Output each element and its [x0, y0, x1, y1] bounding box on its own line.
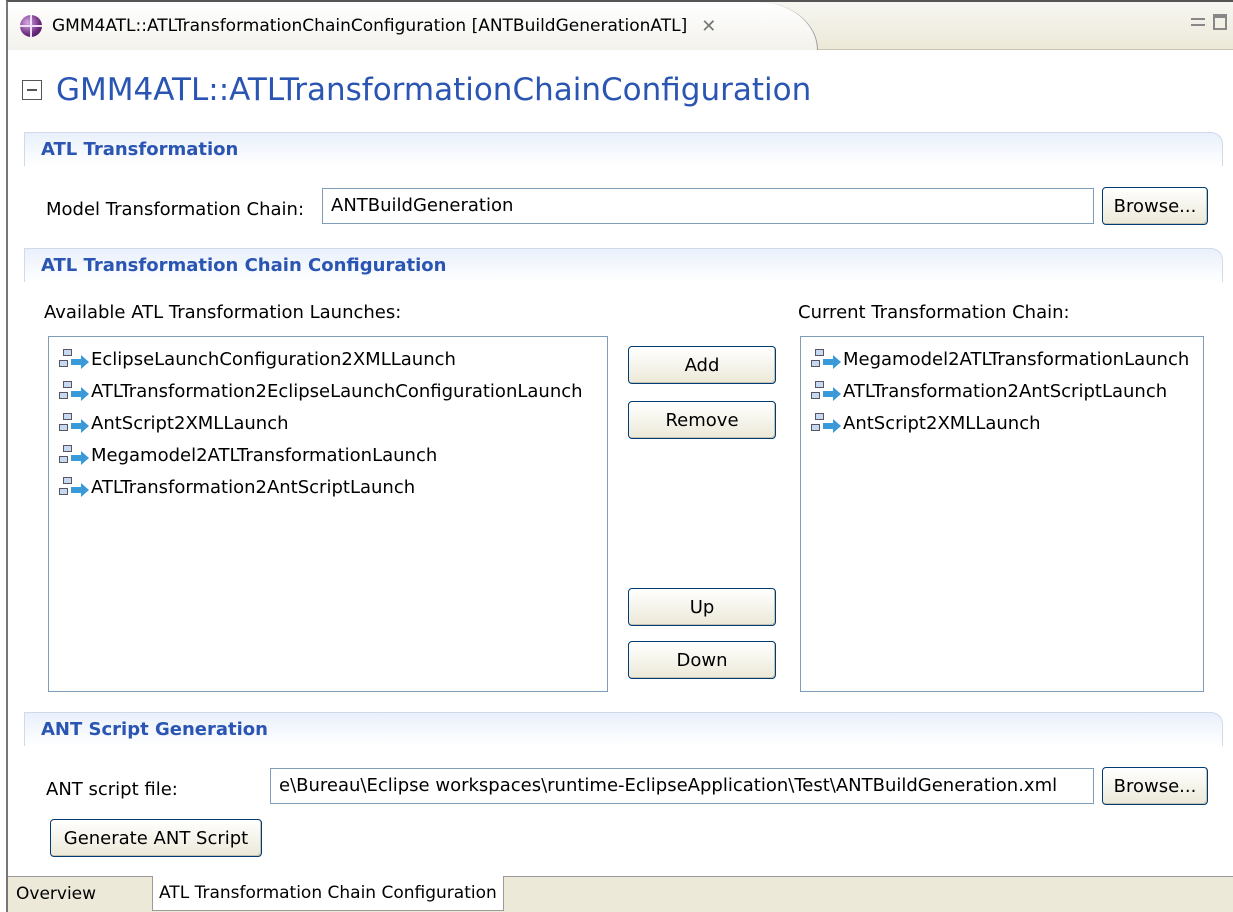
list-item[interactable]: ATLTransformation2AntScriptLaunch — [49, 471, 607, 503]
browse-ant-file-button[interactable]: Browse... — [1102, 767, 1208, 805]
tab-overview[interactable]: Overview — [10, 876, 102, 911]
list-item[interactable]: Megamodel2ATLTransformationLaunch — [801, 343, 1203, 375]
current-chain-list[interactable]: Megamodel2ATLTransformationLaunch ATLTra… — [800, 336, 1204, 692]
list-item[interactable]: Megamodel2ATLTransformationLaunch — [49, 439, 607, 471]
ant-file-input[interactable]: e\Bureau\Eclipse workspaces\runtime-Ecli… — [270, 768, 1094, 804]
collapse-icon[interactable] — [22, 80, 42, 100]
launch-config-icon — [811, 412, 841, 434]
remove-button[interactable]: Remove — [628, 401, 776, 439]
launch-config-icon — [59, 444, 89, 466]
launch-config-icon — [811, 348, 841, 370]
chain-input[interactable]: ANTBuildGeneration — [322, 188, 1094, 224]
editor-tab-bar: GMM4ATL::ATLTransformationChainConfigura… — [8, 2, 1233, 50]
list-item[interactable]: AntScript2XMLLaunch — [49, 407, 607, 439]
down-button[interactable]: Down — [628, 641, 776, 679]
up-button[interactable]: Up — [628, 588, 776, 626]
atl-globe-icon — [20, 15, 42, 37]
tab-chain-configuration[interactable]: ATL Transformation Chain Configuration — [152, 876, 504, 911]
list-item[interactable]: AntScript2XMLLaunch — [801, 407, 1203, 439]
section-chain-configuration: ATL Transformation Chain Configuration A… — [24, 248, 1223, 698]
form-page-tabs: Overview ATL Transformation Chain Config… — [8, 876, 1233, 912]
launch-config-icon — [59, 412, 89, 434]
launch-config-icon — [811, 380, 841, 402]
launch-config-icon — [59, 476, 89, 498]
section-atl-transformation: ATL Transformation Model Transformation … — [24, 132, 1223, 232]
editor-tab[interactable]: GMM4ATL::ATLTransformationChainConfigura… — [8, 2, 818, 50]
section-heading[interactable]: ATL Transformation — [24, 132, 1223, 166]
close-icon[interactable]: ✕ — [701, 16, 716, 37]
window-controls — [1191, 14, 1227, 30]
available-launches-label: Available ATL Transformation Launches: — [44, 302, 402, 323]
current-chain-label: Current Transformation Chain: — [798, 302, 1070, 323]
maximize-icon[interactable] — [1213, 14, 1227, 30]
browse-chain-button[interactable]: Browse... — [1102, 187, 1208, 225]
editor-tab-title: GMM4ATL::ATLTransformationChainConfigura… — [52, 16, 688, 36]
list-item[interactable]: EclipseLaunchConfiguration2XMLLaunch — [49, 343, 607, 375]
section-heading[interactable]: ATL Transformation Chain Configuration — [24, 248, 1223, 282]
chain-label: Model Transformation Chain: — [46, 199, 305, 220]
ant-file-label: ANT script file: — [46, 779, 178, 800]
launch-config-icon — [59, 348, 89, 370]
minimize-icon[interactable] — [1191, 18, 1205, 26]
form-header: GMM4ATL::ATLTransformationChainConfigura… — [22, 62, 811, 118]
list-item[interactable]: ATLTransformation2AntScriptLaunch — [801, 375, 1203, 407]
page-title: GMM4ATL::ATLTransformationChainConfigura… — [56, 72, 812, 108]
editor-window: GMM4ATL::ATLTransformationChainConfigura… — [6, 0, 1233, 912]
generate-ant-script-button[interactable]: Generate ANT Script — [50, 819, 262, 857]
add-button[interactable]: Add — [628, 346, 776, 384]
section-ant-script: ANT Script Generation ANT script file: e… — [24, 712, 1223, 862]
list-item[interactable]: ATLTransformation2EclipseLaunchConfigura… — [49, 375, 607, 407]
available-launches-list[interactable]: EclipseLaunchConfiguration2XMLLaunch ATL… — [48, 336, 608, 692]
section-heading[interactable]: ANT Script Generation — [24, 712, 1223, 746]
launch-config-icon — [59, 380, 89, 402]
